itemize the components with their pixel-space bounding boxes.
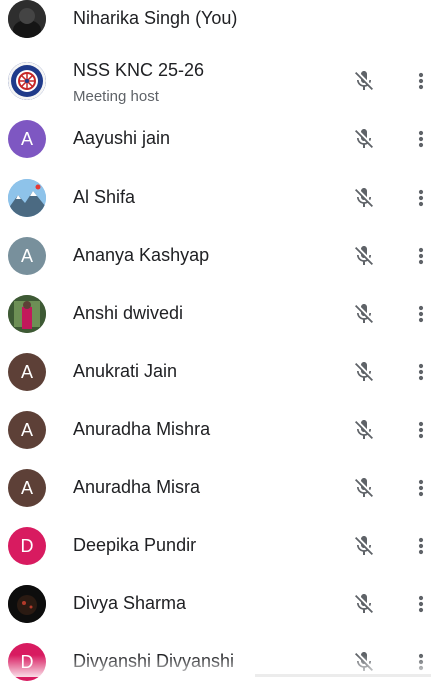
participant-row[interactable]: Anshi dwivedi [0,285,431,343]
mic-off-icon[interactable] [352,650,376,674]
mic-off-icon[interactable] [352,476,376,500]
mic-off-icon[interactable] [352,592,376,616]
participant-name: Anukrati Jain [73,361,178,381]
avatar [8,585,46,623]
participant-row[interactable]: A Anuradha Misra [0,459,431,517]
avatar: D [8,527,46,565]
avatar: A [8,411,46,449]
more-vert-icon[interactable] [416,534,426,558]
avatar: A [8,237,46,275]
mic-off-icon[interactable] [352,127,376,151]
participant-name: Deepika Pundir [73,535,197,555]
avatar [8,62,46,100]
participant-row[interactable]: D Deepika Pundir [0,517,431,575]
participant-name: Aayushi jain [73,128,171,148]
participant-row[interactable]: Al Shifa [0,169,431,227]
participant-row[interactable]: NSS KNC 25-26 Meeting host [0,52,431,110]
participant-row[interactable]: A Aayushi jain [0,110,431,168]
participant-name: Divya Sharma [73,593,187,613]
participant-row[interactable]: D Divyanshi Divyanshi [0,633,431,691]
mic-off-icon[interactable] [352,69,376,93]
mic-off-icon[interactable] [352,302,376,326]
participant-row[interactable]: Niharika Singh (You) [0,0,431,48]
participant-name: Divyanshi Divyanshi [73,651,235,671]
participant-name: Ananya Kashyap [73,245,210,265]
participant-row[interactable]: A Ananya Kashyap [0,227,431,285]
participant-name: Al Shifa [73,187,136,207]
participant-row[interactable]: A Anuradha Mishra [0,401,431,459]
mic-off-icon[interactable] [352,244,376,268]
more-vert-icon[interactable] [416,69,426,93]
mic-off-icon[interactable] [352,360,376,384]
participant-name: NSS KNC 25-26 [73,60,205,80]
avatar [8,295,46,333]
avatar [8,0,46,38]
participant-name: Anuradha Misra [73,477,201,497]
more-vert-icon[interactable] [416,186,426,210]
more-vert-icon[interactable] [416,650,426,674]
mic-off-icon[interactable] [352,186,376,210]
more-vert-icon[interactable] [416,592,426,616]
more-vert-icon[interactable] [416,127,426,151]
participant-name: Anshi dwivedi [73,303,184,323]
more-vert-icon[interactable] [416,302,426,326]
mic-off-icon[interactable] [352,534,376,558]
avatar: A [8,120,46,158]
avatar: A [8,469,46,507]
participant-name: Niharika Singh (You) [73,8,238,28]
more-vert-icon[interactable] [416,244,426,268]
participant-name: Anuradha Mishra [73,419,211,439]
participant-row[interactable]: A Anukrati Jain [0,343,431,401]
mic-off-icon[interactable] [352,418,376,442]
participant-role: Meeting host [73,88,159,105]
avatar: D [8,643,46,681]
more-vert-icon[interactable] [416,418,426,442]
participant-row[interactable]: Divya Sharma [0,575,431,633]
avatar: A [8,353,46,391]
avatar [8,179,46,217]
more-vert-icon[interactable] [416,476,426,500]
more-vert-icon[interactable] [416,360,426,384]
